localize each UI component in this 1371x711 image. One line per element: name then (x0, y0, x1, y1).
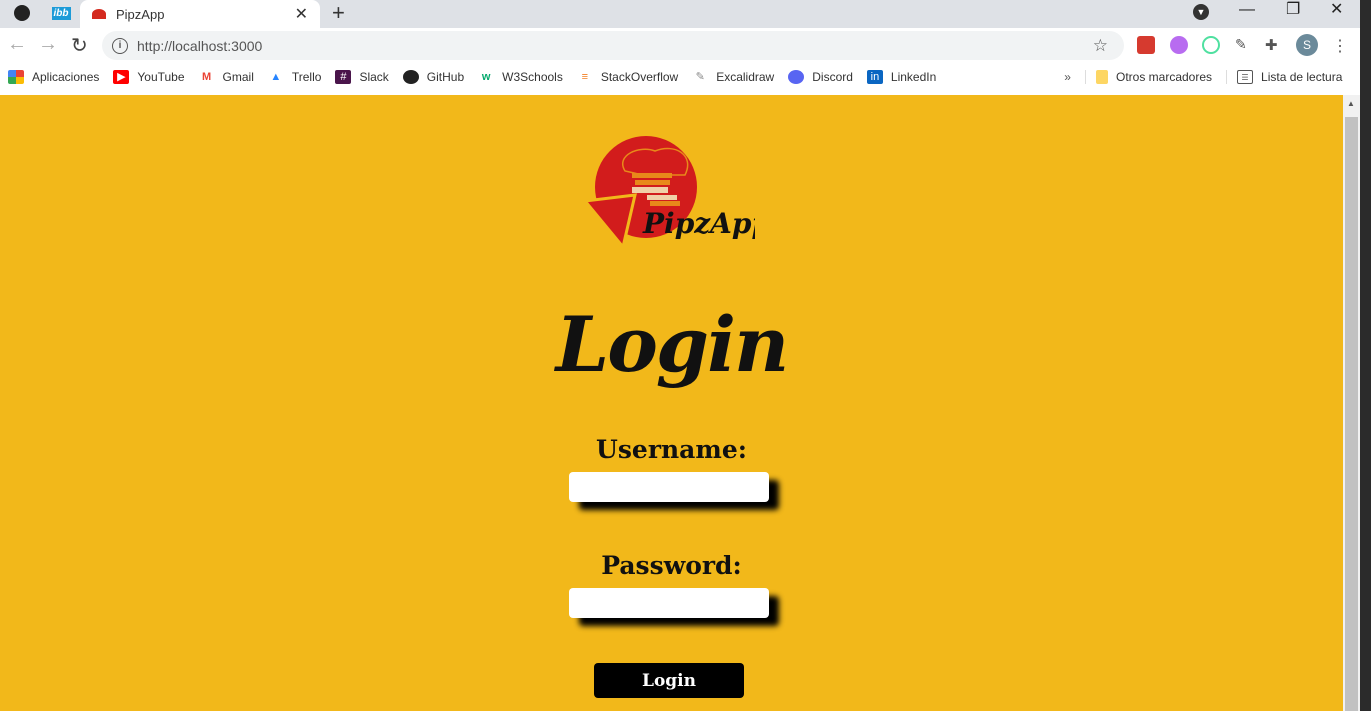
bookmark-w3schools[interactable]: w W3Schools (478, 70, 563, 84)
logo-text: PipzApp (642, 207, 755, 240)
page-title: Login (555, 300, 789, 389)
tab-pipzapp[interactable]: PipzApp ✕ (80, 0, 320, 28)
github-icon (402, 70, 419, 84)
bookmark-star-icon[interactable]: ☆ (1093, 36, 1108, 56)
extension-icon[interactable] (1170, 36, 1188, 54)
youtube-icon: ▶ (113, 70, 130, 84)
bookmark-github[interactable]: GitHub (402, 70, 464, 84)
logo-pizza-slice (585, 193, 637, 248)
toolbar: ← → ↻ i http://localhost:3000 ☆ ✎ ✚ S ⋮ (0, 28, 1360, 62)
back-icon[interactable]: ← (7, 33, 27, 56)
stackoverflow-icon: ≡ (581, 71, 589, 83)
minimize-button[interactable]: — (1239, 0, 1255, 20)
pipzapp-logo: PipzApp (585, 136, 755, 248)
bookmark-discord[interactable]: Discord (788, 70, 853, 84)
login-page: PipzApp Login Username: Password: Login (0, 95, 1343, 711)
ibb-icon: ibb (51, 6, 71, 20)
scroll-up-arrow-icon[interactable]: ▲ (1347, 99, 1355, 108)
browser-window: ibb PipzApp ✕ + ▼ — ❐ ✕ ← → ↻ i http://l… (0, 0, 1360, 711)
address-bar[interactable]: i http://localhost:3000 ☆ (102, 31, 1124, 60)
tab-title: PipzApp (116, 6, 165, 22)
profile-avatar[interactable]: S (1296, 34, 1318, 56)
bookmark-apps[interactable]: Aplicaciones (8, 70, 99, 84)
vertical-scrollbar[interactable]: ▲ (1343, 95, 1360, 711)
reload-icon[interactable]: ↻ (71, 33, 88, 58)
gmail-icon: M (201, 71, 212, 83)
discord-icon (788, 70, 805, 84)
excalidraw-icon: ✎ (695, 71, 705, 83)
bookmarks-bar: Aplicaciones ▶ YouTube M Gmail ▲ Trello # Sl… (0, 62, 1360, 92)
bookmark-trello[interactable]: ▲ Trello (268, 70, 321, 84)
login-button[interactable]: Login (594, 663, 744, 698)
close-tab-icon[interactable]: ✕ (295, 4, 308, 24)
new-tab-button[interactable]: + (332, 0, 345, 26)
close-window-button[interactable]: ✕ (1330, 0, 1343, 20)
bookmark-gmail[interactable]: M Gmail (199, 70, 254, 84)
bookmark-slack[interactable]: # Slack (335, 70, 389, 84)
username-input[interactable] (569, 472, 769, 502)
scrollbar-thumb[interactable] (1345, 117, 1358, 711)
info-icon[interactable]: i (112, 37, 128, 54)
extension-icon[interactable] (1137, 36, 1155, 54)
bookmark-linkedin[interactable]: in LinkedIn (866, 70, 936, 84)
apps-grid-icon (8, 70, 24, 84)
bookmark-excalidraw[interactable]: ✎ Excalidraw (692, 70, 775, 84)
github-pinned-tab[interactable] (10, 2, 34, 24)
trello-icon: ▲ (270, 71, 282, 83)
extensions-puzzle-icon[interactable]: ✚ (1265, 36, 1283, 54)
extension-icon[interactable] (1202, 36, 1220, 54)
restore-button[interactable]: ❐ (1286, 0, 1300, 20)
eyedropper-extension-icon[interactable]: ✎ (1235, 36, 1253, 54)
more-bookmarks-chevron-icon[interactable]: » (1064, 70, 1071, 84)
linkedin-icon: in (866, 70, 883, 84)
folder-icon (1095, 70, 1108, 84)
ibb-pinned-tab[interactable]: ibb (49, 2, 73, 24)
w3schools-icon: w (481, 71, 491, 83)
username-label: Username: (596, 435, 747, 464)
reading-list[interactable]: ☰ Lista de lectura (1226, 70, 1342, 84)
url-text: http://localhost:3000 (137, 37, 263, 54)
password-label: Password: (601, 551, 742, 580)
bookmark-youtube[interactable]: ▶ YouTube (113, 70, 185, 84)
pipzapp-favicon (92, 9, 106, 19)
password-input[interactable] (569, 588, 769, 618)
menu-kebab-icon[interactable]: ⋮ (1332, 36, 1350, 55)
bookmark-stackoverflow[interactable]: ≡ StackOverflow (577, 70, 679, 84)
slack-icon: # (335, 70, 352, 84)
forward-icon[interactable]: → (38, 33, 58, 56)
reading-list-icon: ☰ (1237, 70, 1254, 84)
tab-search-icon[interactable]: ▼ (1193, 4, 1209, 20)
tab-strip: ibb PipzApp ✕ + ▼ — ❐ ✕ (0, 0, 1360, 28)
other-bookmarks-folder[interactable]: Otros marcadores (1084, 70, 1212, 84)
github-icon (14, 5, 30, 21)
